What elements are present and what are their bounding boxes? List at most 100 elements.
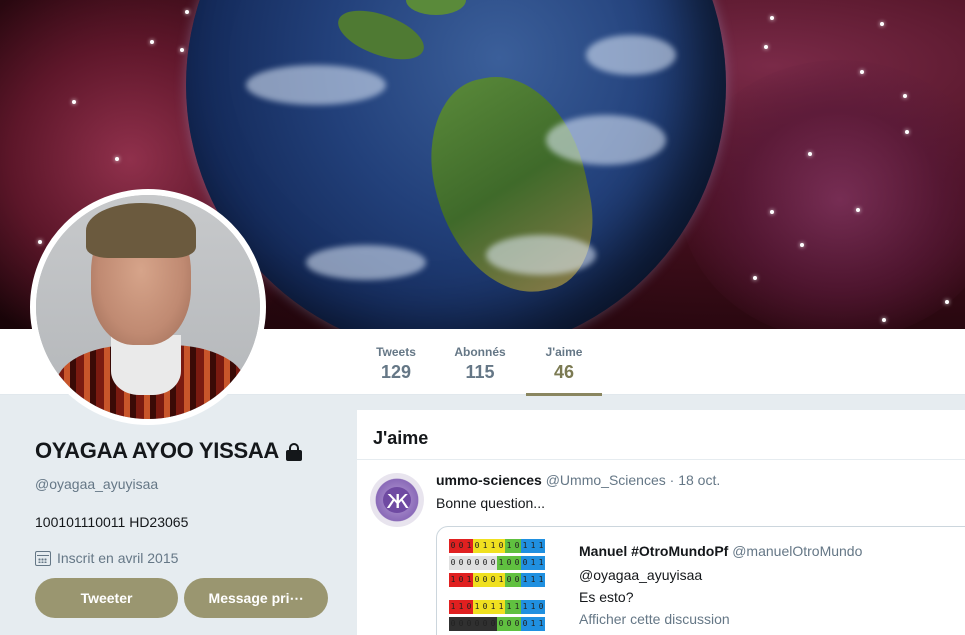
tweet-header: ummo-sciences @Ummo_Sciences · 18 oct. <box>436 472 720 488</box>
binary-cell: 1 <box>537 539 545 553</box>
binary-cell: 0 <box>465 600 473 614</box>
binary-cell: 1 <box>521 600 529 614</box>
binary-cell: 1 <box>529 600 537 614</box>
binary-cell: 0 <box>481 556 489 570</box>
binary-cell: 0 <box>457 573 465 587</box>
star <box>753 276 757 280</box>
binary-cell: 0 <box>497 539 505 553</box>
star <box>180 48 184 52</box>
tweet-date[interactable]: · 18 oct. <box>670 472 721 488</box>
binary-cell: 0 <box>481 617 489 631</box>
star <box>770 16 774 20</box>
binary-cell: 0 <box>449 617 457 631</box>
profile-name-row: OYAGAA AYOO YISSAA <box>35 438 335 464</box>
binary-cell: 0 <box>481 573 489 587</box>
profile-bio: 100101110011 HD23065 <box>35 514 189 530</box>
binary-cell: 0 <box>473 556 481 570</box>
stat-followers[interactable]: Abonnés 115 <box>448 329 512 395</box>
star <box>115 157 119 161</box>
tweet-text: Bonne question... <box>436 495 545 511</box>
binary-cell: 1 <box>449 573 457 587</box>
quoted-tweet[interactable]: 0010110101110000001000111010001001111101… <box>436 526 965 635</box>
binary-cell: 0 <box>513 573 521 587</box>
binary-cell: 1 <box>537 556 545 570</box>
stat-value: 46 <box>553 362 575 382</box>
binary-cell: 0 <box>481 600 489 614</box>
binary-cell: 0 <box>537 600 545 614</box>
quoted-tweet-mention[interactable]: @oyagaa_ayuyisaa <box>579 567 702 583</box>
binary-cell: 0 <box>473 539 481 553</box>
star <box>945 300 949 304</box>
stat-tweets[interactable]: Tweets 129 <box>366 329 426 395</box>
binary-cell: 0 <box>457 556 465 570</box>
binary-cell: 1 <box>473 600 481 614</box>
show-thread-link[interactable]: Afficher cette discussion <box>579 611 730 627</box>
profile-name[interactable]: OYAGAA AYOO YISSAA <box>35 438 279 464</box>
likes-timeline: J'aime ummo-sciences @Ummo_Sciences · 18… <box>357 410 965 635</box>
join-date-text: Inscrit en avril 2015 <box>57 550 179 566</box>
binary-cell: 1 <box>497 573 505 587</box>
binary-cell: 1 <box>521 573 529 587</box>
binary-cell: 1 <box>529 539 537 553</box>
binary-row: 000000000011 <box>449 617 567 631</box>
profile-avatar[interactable] <box>30 189 266 425</box>
lock-icon <box>285 442 303 462</box>
land-shape <box>406 0 466 15</box>
quoted-tweet-header: Manuel #OtroMundoPf @manuelOtroMundo <box>579 543 862 559</box>
star <box>808 152 812 156</box>
star <box>880 22 884 26</box>
binary-row: 101000100111 <box>449 573 567 587</box>
binary-cell: 0 <box>505 617 513 631</box>
quoted-author-handle: @manuelOtroMundo <box>732 543 863 559</box>
quoted-tweet-image[interactable]: 0010110101110000001000111010001001111101… <box>449 539 567 635</box>
binary-row: 110101111110 <box>449 600 567 614</box>
cloud-shape <box>586 35 676 75</box>
tweet-card[interactable]: ummo-sciences @Ummo_Sciences · 18 oct. B… <box>357 460 965 635</box>
stat-likes[interactable]: J'aime 46 <box>526 329 602 396</box>
binary-cell: 0 <box>521 617 529 631</box>
binary-row: 001011010111 <box>449 539 567 553</box>
binary-cell: 1 <box>449 600 457 614</box>
binary-cell: 1 <box>481 539 489 553</box>
tweet-button[interactable]: Tweeter <box>35 578 178 618</box>
binary-cell: 1 <box>489 600 497 614</box>
tweet-author-name[interactable]: ummo-sciences <box>436 472 542 488</box>
timeline-title: J'aime <box>357 410 965 460</box>
stat-value: 115 <box>465 362 495 382</box>
binary-cell: 0 <box>489 617 497 631</box>
quoted-tweet-text: Es esto? <box>579 589 634 605</box>
binary-cell: 1 <box>537 573 545 587</box>
binary-cell: 0 <box>457 617 465 631</box>
cloud-shape <box>486 235 596 275</box>
star <box>903 94 907 98</box>
profile-handle[interactable]: @oyagaa_ayuyisaa <box>35 476 335 492</box>
stat-label: Abonnés <box>454 345 506 359</box>
tweet-author-handle[interactable]: @Ummo_Sciences <box>546 472 666 488</box>
star <box>770 210 774 214</box>
binary-cell: 0 <box>449 556 457 570</box>
binary-cell: 0 <box>489 573 497 587</box>
binary-cell: 1 <box>537 617 545 631</box>
star <box>800 243 804 247</box>
star <box>856 208 860 212</box>
binary-cell: 1 <box>465 573 473 587</box>
binary-cell: 0 <box>473 617 481 631</box>
binary-cell: 1 <box>529 617 537 631</box>
avatar-hair <box>86 203 196 258</box>
star <box>860 70 864 74</box>
binary-cell: 0 <box>505 556 513 570</box>
binary-cell: 1 <box>529 556 537 570</box>
star <box>150 40 154 44</box>
binary-cell: 0 <box>497 617 505 631</box>
binary-cell: 1 <box>489 539 497 553</box>
direct-message-button[interactable]: Message pri⋯ <box>184 578 328 618</box>
binary-cell: 1 <box>529 573 537 587</box>
stat-label: J'aime <box>545 345 583 359</box>
profile-join-date: Inscrit en avril 2015 <box>35 550 335 566</box>
binary-cell: 0 <box>489 556 497 570</box>
binary-cell: 0 <box>473 573 481 587</box>
tweet-author-avatar[interactable] <box>370 473 424 527</box>
binary-cell: 1 <box>521 539 529 553</box>
stat-value: 129 <box>380 362 412 382</box>
binary-cell: 0 <box>465 556 473 570</box>
